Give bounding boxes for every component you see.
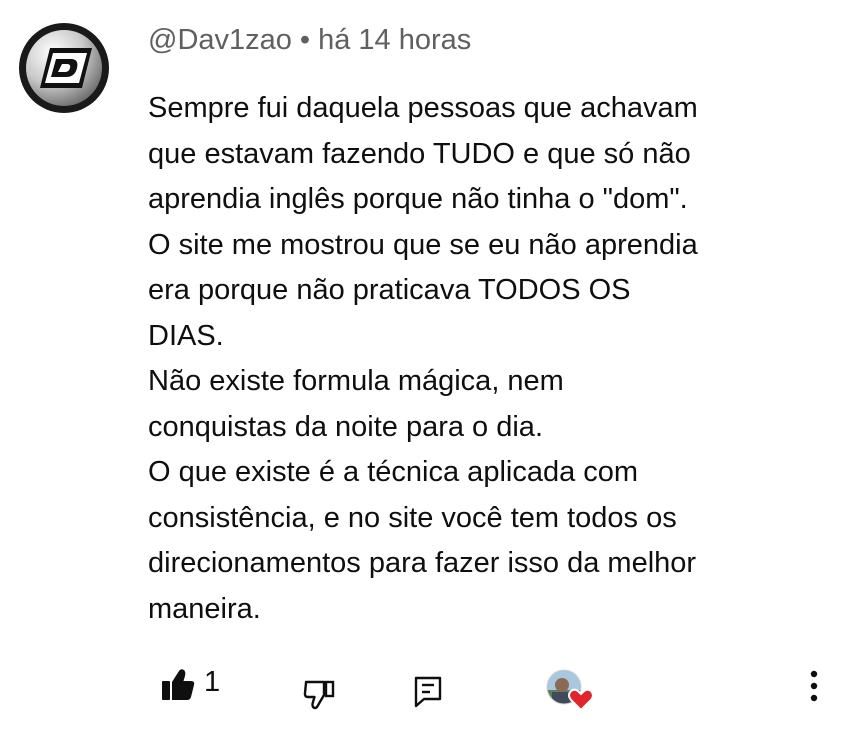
comment-line: direcionamentos para fazer isso da melho… (148, 547, 697, 579)
like-button[interactable] (160, 668, 196, 702)
avatar[interactable] (18, 22, 110, 114)
comment-line: O que existe é a técnica aplicada com (148, 456, 639, 488)
more-actions-button[interactable] (800, 666, 828, 706)
comment-line: conquistas da noite para o dia. (148, 410, 543, 443)
more-vertical-icon (810, 670, 818, 702)
reply-icon (414, 676, 442, 708)
author-handle[interactable]: @Dav1zao (148, 24, 292, 56)
comment-actions: 1 (0, 660, 850, 712)
dislike-button[interactable] (302, 676, 336, 710)
comment-line: Sempre fui daquela pessoas que achavam (148, 92, 698, 124)
comment-line: consistência, e no site você tem todos o… (148, 501, 677, 534)
creator-heart-icon (546, 669, 594, 712)
comment-line: O site me mostrou que se eu não aprendia (148, 228, 698, 261)
reply-button[interactable] (412, 674, 444, 708)
comment-line: Não existe formula mágica, nem (148, 365, 564, 397)
avatar-logo (19, 23, 109, 113)
comment-text: Sempre fui daquela pessoas que achavam q… (148, 86, 808, 632)
comment-timestamp[interactable]: há 14 horas (318, 24, 471, 56)
comment-line: era porque não praticava TODOS OS (148, 274, 631, 306)
thumbs-down-icon (303, 680, 335, 710)
creator-heart-badge (545, 668, 597, 712)
comment-line: que estavam fazendo TUDO e que só não (148, 137, 691, 170)
comment-meta: @Dav1zao • há 14 horas (148, 24, 471, 57)
like-count: 1 (204, 666, 221, 698)
comment-line: aprendia inglês porque não tinha o "dom"… (148, 183, 688, 215)
comment-line: DIAS. (148, 319, 224, 352)
meta-separator: • (299, 24, 311, 56)
comment-line: maneira. (148, 592, 261, 625)
thumbs-up-icon (162, 669, 195, 700)
